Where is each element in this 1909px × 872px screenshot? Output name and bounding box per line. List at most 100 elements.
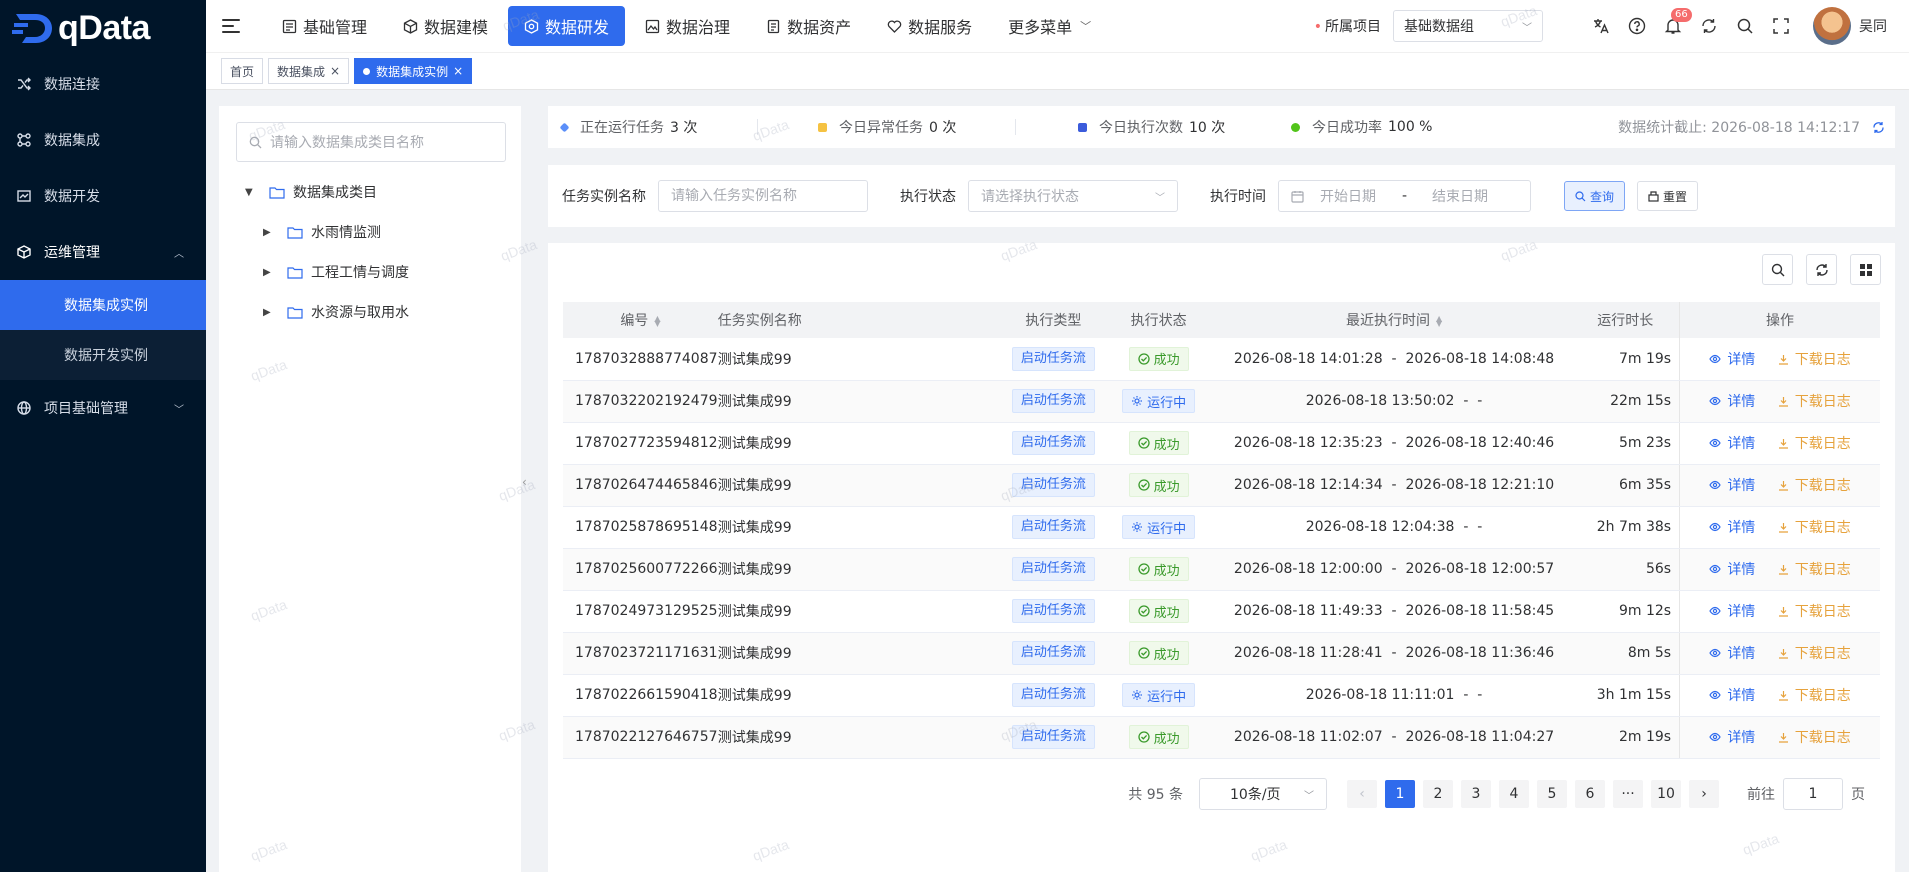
detail-link[interactable]: 详情 xyxy=(1709,685,1755,705)
form-icon xyxy=(282,19,297,34)
cell-ops: 详情 下载日志 xyxy=(1679,548,1880,591)
page-button[interactable]: 6 xyxy=(1575,780,1605,808)
avatar[interactable] xyxy=(1813,7,1851,45)
tab-data-governance[interactable]: 数据治理 xyxy=(629,6,746,46)
col-type: 执行类型 xyxy=(998,302,1109,338)
project-select[interactable]: 基础数据组 ﹀ xyxy=(1393,10,1543,42)
tab-data-assets[interactable]: 数据资产 xyxy=(750,6,867,46)
detail-link[interactable]: 详情 xyxy=(1709,601,1755,621)
menu-toggle-icon[interactable] xyxy=(222,19,240,33)
tree-node-child[interactable]: ▶ 水资源与取用水 xyxy=(263,298,409,326)
download-log-link[interactable]: 下载日志 xyxy=(1778,433,1851,453)
detail-link[interactable]: 详情 xyxy=(1709,559,1755,579)
download-log-link[interactable]: 下载日志 xyxy=(1778,685,1851,705)
end-date-placeholder[interactable]: 结束日期 xyxy=(1432,186,1488,206)
table-refresh-button[interactable] xyxy=(1806,254,1837,285)
tab-data-modeling[interactable]: 数据建模 xyxy=(387,6,504,46)
download-log-link[interactable]: 下载日志 xyxy=(1778,475,1851,495)
col-time[interactable]: 最近执行时间 ▲ ▼ xyxy=(1208,302,1580,338)
query-button[interactable]: 查询 xyxy=(1564,181,1626,211)
cell-name: 测试集成99 xyxy=(717,338,999,381)
page-jump-input[interactable] xyxy=(1783,778,1843,810)
logo[interactable]: qData xyxy=(0,0,206,56)
page-size-select[interactable]: 10条/页 ﹀ xyxy=(1199,778,1327,810)
download-log-link[interactable]: 下载日志 xyxy=(1778,601,1851,621)
reset-button[interactable]: 重置 xyxy=(1637,181,1699,211)
page-button[interactable]: 5 xyxy=(1537,780,1567,808)
download-log-link[interactable]: 下载日志 xyxy=(1778,349,1851,369)
tag-data-integration[interactable]: 数据集成 × xyxy=(268,58,350,84)
tree-search-input[interactable]: 请输入数据集成类目名称 xyxy=(236,122,506,162)
detail-link[interactable]: 详情 xyxy=(1709,349,1755,369)
bell-icon[interactable]: 66 xyxy=(1663,8,1692,36)
tab-data-development[interactable]: 数据研发 xyxy=(508,6,626,46)
calendar-icon xyxy=(1291,190,1304,203)
detail-link[interactable]: 详情 xyxy=(1709,475,1755,495)
translate-icon[interactable] xyxy=(1591,16,1611,36)
sort-icon[interactable]: ▲ ▼ xyxy=(654,315,660,328)
tag-home[interactable]: 首页 xyxy=(221,58,264,84)
page-button[interactable]: 3 xyxy=(1461,780,1491,808)
tree-node-root[interactable]: ▼ 数据集成类目 xyxy=(245,178,377,206)
page-ellipsis-button[interactable]: ··· xyxy=(1613,780,1643,808)
cell-type: 启动任务流 xyxy=(998,506,1109,549)
download-log-link[interactable]: 下载日志 xyxy=(1778,643,1851,663)
prev-page-button[interactable]: ‹ xyxy=(1347,780,1377,808)
detail-link[interactable]: 详情 xyxy=(1709,727,1755,747)
table-columns-button[interactable] xyxy=(1850,254,1881,285)
tab-data-services[interactable]: 数据服务 xyxy=(871,6,988,46)
page-button[interactable]: 1 xyxy=(1385,780,1415,808)
task-name-field[interactable] xyxy=(671,188,855,204)
close-icon[interactable]: × xyxy=(330,64,340,78)
task-name-input[interactable] xyxy=(658,180,868,212)
status-select[interactable]: 请选择执行状态 ﹀ xyxy=(968,180,1178,212)
tag-integration-instance[interactable]: 数据集成实例 × xyxy=(354,58,473,84)
download-log-link[interactable]: 下载日志 xyxy=(1778,559,1851,579)
download-log-link[interactable]: 下载日志 xyxy=(1778,391,1851,411)
panel-collapse-icon[interactable]: ‹ xyxy=(522,475,530,489)
table-search-button[interactable] xyxy=(1762,254,1793,285)
tree-node-child[interactable]: ▶ 水雨情监测 xyxy=(263,218,381,246)
project-select-value: 基础数据组 xyxy=(1404,19,1474,35)
table-row: 1787022661590418 测试集成99 启动任务流 运行中 2026-0… xyxy=(563,674,1880,717)
caret-right-icon[interactable]: ▶ xyxy=(263,307,275,318)
search-icon[interactable] xyxy=(1735,16,1755,36)
refresh-icon[interactable] xyxy=(1699,16,1719,36)
detail-link[interactable]: 详情 xyxy=(1709,517,1755,537)
sidebar-item-development-instance[interactable]: 数据开发实例 xyxy=(0,330,206,380)
start-date-placeholder[interactable]: 开始日期 xyxy=(1320,186,1402,206)
refresh-icon[interactable] xyxy=(1872,121,1885,134)
detail-link[interactable]: 详情 xyxy=(1709,643,1755,663)
caret-down-icon[interactable]: ▼ xyxy=(245,187,257,198)
submenu-ops: 数据集成实例 数据开发实例 xyxy=(0,280,206,380)
date-range-picker[interactable]: 开始日期 - 结束日期 xyxy=(1278,180,1531,212)
stat-running: 正在运行任务 3 次 xyxy=(559,117,757,137)
detail-link[interactable]: 详情 xyxy=(1709,391,1755,411)
tab-basic-management[interactable]: 基础管理 xyxy=(266,6,383,46)
fullscreen-icon[interactable] xyxy=(1771,16,1791,36)
user-name[interactable]: 吴同 xyxy=(1859,16,1887,36)
caret-right-icon[interactable]: ▶ xyxy=(263,227,275,238)
sidebar-item-data-connection[interactable]: 数据连接 xyxy=(0,56,206,112)
page-button[interactable]: 4 xyxy=(1499,780,1529,808)
detail-link[interactable]: 详情 xyxy=(1709,433,1755,453)
download-log-link[interactable]: 下载日志 xyxy=(1778,517,1851,537)
col-id[interactable]: 编号 ▲ ▼ xyxy=(563,302,718,338)
help-icon[interactable] xyxy=(1627,16,1647,36)
sort-icon[interactable]: ▲ ▼ xyxy=(1436,315,1442,328)
caret-right-icon[interactable]: ▶ xyxy=(263,267,275,278)
next-page-button[interactable]: › xyxy=(1689,780,1719,808)
end-time: 2026-08-18 12:21:10 xyxy=(1405,477,1555,493)
page-button[interactable]: 10 xyxy=(1651,780,1681,808)
close-icon[interactable]: × xyxy=(453,64,463,78)
tab-more-menu[interactable]: 更多菜单 ﹀ xyxy=(992,6,1107,46)
sidebar-item-project-management[interactable]: 项目基础管理 ﹀ xyxy=(0,380,206,436)
sidebar-item-integration-instance[interactable]: 数据集成实例 xyxy=(0,280,206,330)
download-log-link[interactable]: 下载日志 xyxy=(1778,727,1851,747)
page-button[interactable]: 2 xyxy=(1423,780,1453,808)
sidebar-item-data-development[interactable]: 数据开发 xyxy=(0,168,206,224)
sidebar-item-ops-management[interactable]: 运维管理 ︿ xyxy=(0,224,206,280)
cube-icon xyxy=(403,18,418,34)
sidebar-item-data-integration[interactable]: 数据集成 xyxy=(0,112,206,168)
tree-node-child[interactable]: ▶ 工程工情与调度 xyxy=(263,258,409,286)
